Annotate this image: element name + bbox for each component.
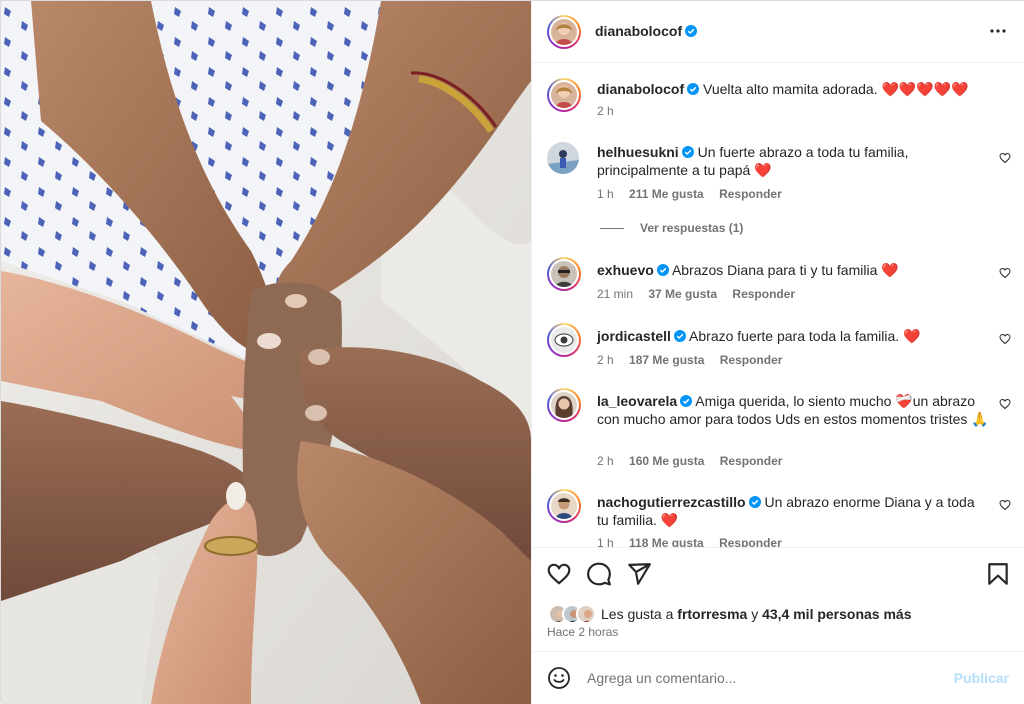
comment-username[interactable]: jordicastell (597, 328, 671, 344)
comment-like-icon[interactable] (999, 333, 1011, 345)
commenter-avatar[interactable] (547, 388, 581, 422)
post-timestamp[interactable]: Hace 2 horas (547, 625, 618, 639)
comment-text: Abrazos Diana para ti y tu familia ❤️ (671, 262, 899, 278)
comment-like-icon[interactable] (999, 398, 1011, 410)
bookmark-icon[interactable] (985, 561, 1011, 587)
verified-badge-icon (681, 146, 694, 158)
liker-avatars[interactable] (548, 603, 600, 625)
publish-button[interactable]: Publicar (954, 670, 1009, 686)
comment-time: 21 min (597, 287, 634, 301)
commenter-avatar[interactable] (547, 257, 581, 291)
comment-likes[interactable]: 37 Me gusta (648, 287, 717, 301)
reply-button[interactable]: Responder (732, 287, 795, 301)
post-photo[interactable] (1, 1, 531, 704)
share-icon[interactable] (626, 561, 652, 587)
author-username[interactable]: dianabolocof (595, 23, 698, 39)
comments-list[interactable]: dianabolocof Vuelta alto mamita adorada.… (532, 63, 1024, 547)
verified-badge-icon (687, 83, 700, 95)
comment-username[interactable]: exhuevo (597, 262, 654, 278)
verified-badge-icon (680, 395, 693, 407)
comment-likes[interactable]: 211 Me gusta (629, 187, 704, 201)
caption-avatar[interactable] (547, 78, 581, 112)
view-replies-button[interactable]: Ver respuestas (1) (600, 221, 743, 235)
verified-badge-icon (748, 496, 761, 508)
comment-input[interactable] (587, 666, 937, 690)
comment-username[interactable]: helhuesukni (597, 144, 679, 160)
commenter-avatar[interactable] (547, 323, 581, 357)
verified-badge-icon (685, 25, 698, 37)
view-replies-label: Ver respuestas (1) (640, 221, 744, 235)
instagram-post-window: dianabolocof dianabolocof Vuelta alto ma… (0, 0, 1024, 704)
verified-badge-icon (656, 264, 669, 276)
comment-text: Abrazo fuerte para toda la familia. ❤️ (689, 328, 921, 344)
post-header: dianabolocof (532, 1, 1024, 63)
comment-likes[interactable]: 118 Me gusta (629, 536, 704, 547)
commenter-avatar[interactable] (547, 142, 579, 174)
reply-button[interactable]: Responder (720, 454, 783, 468)
comment-time: 1 h (597, 536, 614, 547)
likes-others[interactable]: 43,4 mil personas más (762, 606, 911, 622)
comment-icon[interactable] (586, 561, 612, 587)
comment-like-icon[interactable] (999, 499, 1011, 511)
reply-button[interactable]: Responder (719, 536, 782, 547)
caption-username[interactable]: dianabolocof (597, 81, 684, 97)
caption-time: 2 h (597, 104, 614, 118)
post-actions: Les gusta a frtorresma y 43,4 mil person… (532, 547, 1024, 651)
comment-username[interactable]: la_leovarela (597, 393, 677, 409)
comment-time: 2 h (597, 454, 614, 468)
reply-button[interactable]: Responder (719, 187, 782, 201)
author-avatar[interactable] (547, 15, 581, 49)
comment-time: 1 h (597, 187, 614, 201)
heart-icon[interactable] (546, 561, 572, 587)
emoji-icon[interactable] (547, 666, 571, 690)
comment-likes[interactable]: 187 Me gusta (629, 353, 704, 367)
more-options-icon[interactable] (986, 19, 1010, 43)
comment-username[interactable]: nachogutierrezcastillo (597, 494, 746, 510)
comment-likes[interactable]: 160 Me gusta (629, 454, 704, 468)
caption-text: Vuelta alto mamita adorada. ❤️❤️❤️❤️❤️ (703, 81, 969, 97)
comment-like-icon[interactable] (999, 152, 1011, 164)
replies-divider (600, 228, 624, 230)
liker-avatar (576, 604, 596, 624)
comment-composer: Publicar (532, 651, 1024, 704)
verified-badge-icon (673, 330, 686, 342)
post-side-panel: dianabolocof dianabolocof Vuelta alto ma… (531, 1, 1024, 704)
comment-like-icon[interactable] (999, 267, 1011, 279)
likes-user[interactable]: frtorresma (677, 606, 747, 622)
likes-prefix: Les gusta a (601, 606, 674, 622)
reply-button[interactable]: Responder (720, 353, 783, 367)
likes-connector: y (751, 606, 759, 622)
comment-time: 2 h (597, 353, 614, 367)
commenter-avatar[interactable] (547, 489, 581, 523)
